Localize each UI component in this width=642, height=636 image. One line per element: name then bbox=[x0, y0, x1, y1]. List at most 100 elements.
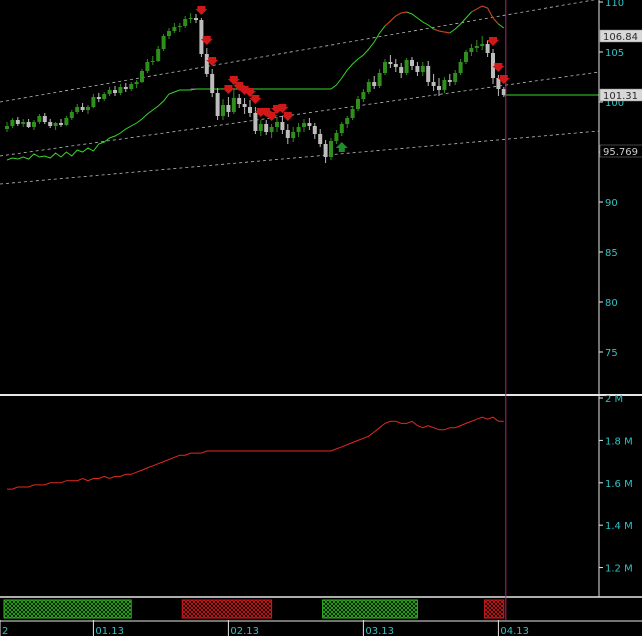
candle-body bbox=[32, 122, 36, 127]
candle-body bbox=[59, 123, 63, 125]
candle-body bbox=[183, 19, 188, 26]
candle-body bbox=[221, 105, 225, 116]
candle-body bbox=[383, 62, 387, 73]
candle-body bbox=[258, 124, 263, 131]
candle-body bbox=[107, 90, 112, 94]
candle-body bbox=[145, 62, 150, 71]
candle-body bbox=[312, 126, 317, 134]
x-tick-label: 03.13 bbox=[365, 626, 394, 636]
candle-body bbox=[464, 52, 468, 62]
candle-body bbox=[80, 107, 85, 110]
candle-body bbox=[426, 66, 431, 82]
price-tick-label: 105 bbox=[605, 48, 624, 59]
candle-body bbox=[15, 120, 20, 124]
candle-body bbox=[37, 116, 42, 122]
candle-body bbox=[242, 104, 247, 107]
candle-body bbox=[231, 98, 236, 112]
candle-body bbox=[377, 73, 382, 86]
candle-body bbox=[329, 141, 333, 157]
candle-body bbox=[69, 112, 74, 118]
candle-body bbox=[237, 98, 242, 104]
candle-body bbox=[96, 97, 101, 99]
price-channel bbox=[0, 0, 600, 185]
candle-body bbox=[350, 109, 355, 118]
candle-body bbox=[501, 89, 506, 95]
candle-body bbox=[26, 122, 31, 127]
candle-body bbox=[113, 90, 117, 93]
candle-body bbox=[167, 31, 171, 36]
sell-arrow-icon bbox=[249, 95, 262, 104]
candle-body bbox=[91, 97, 96, 107]
candle-body bbox=[123, 87, 128, 89]
candle-body bbox=[269, 127, 274, 132]
buy-arrow-icon bbox=[335, 142, 348, 152]
candle-body bbox=[410, 60, 414, 66]
status-band bbox=[3, 599, 132, 619]
candle-body bbox=[372, 82, 377, 86]
price-tick-label: 110 bbox=[605, 0, 624, 9]
ma-line-red bbox=[471, 5, 499, 25]
candle-body bbox=[188, 18, 193, 19]
candle-body bbox=[307, 123, 312, 126]
chart-window: 7580859095100105110106.84101.3195.7691.2… bbox=[0, 0, 642, 636]
candle-body bbox=[437, 86, 441, 90]
x-tick-label: 04.13 bbox=[500, 626, 529, 636]
candle-body bbox=[172, 27, 177, 31]
candle-body bbox=[345, 118, 350, 124]
indicator-series bbox=[7, 416, 504, 490]
indicator-tick-label: 1.4 M bbox=[605, 521, 633, 532]
status-band-strip bbox=[3, 599, 505, 619]
price-flag-label: 106.84 bbox=[603, 32, 638, 43]
candle-body bbox=[253, 113, 258, 131]
candle-body bbox=[86, 107, 90, 110]
price-tick-label: 90 bbox=[605, 198, 618, 209]
candle-body bbox=[53, 123, 58, 126]
indicator-tick-label: 1.6 M bbox=[605, 479, 633, 490]
candle-body bbox=[366, 82, 371, 92]
candle-body bbox=[302, 123, 306, 127]
candle-body bbox=[442, 80, 447, 90]
candles bbox=[5, 13, 506, 163]
y-axis: 7580859095100105110106.84101.3195.7691.2… bbox=[599, 0, 642, 575]
candle-body bbox=[21, 122, 26, 124]
candle-body bbox=[285, 130, 290, 138]
candle-body bbox=[399, 67, 404, 73]
candle-body bbox=[453, 73, 458, 82]
candle-body bbox=[248, 107, 252, 113]
candle-body bbox=[356, 99, 360, 109]
candle-body bbox=[393, 64, 398, 67]
channel-line bbox=[0, 130, 600, 185]
ma-line bbox=[6, 5, 505, 161]
candle-body bbox=[226, 105, 231, 112]
axis-frame bbox=[0, 0, 642, 598]
candle-body bbox=[102, 94, 107, 99]
candle-body bbox=[118, 87, 123, 93]
sell-arrow-icon bbox=[195, 6, 208, 15]
candle-body bbox=[275, 122, 279, 127]
candle-body bbox=[296, 127, 301, 132]
candle-body bbox=[480, 44, 485, 46]
candle-body bbox=[150, 61, 155, 62]
candle-body bbox=[177, 26, 182, 27]
channel-line bbox=[0, 71, 600, 157]
price-tick-label: 85 bbox=[605, 248, 618, 259]
candle-body bbox=[447, 80, 452, 82]
chart-canvas: 7580859095100105110106.84101.3195.7691.2… bbox=[0, 0, 642, 636]
candle-body bbox=[420, 66, 425, 72]
candle-body bbox=[210, 74, 215, 93]
candle-body bbox=[404, 60, 409, 73]
candle-body bbox=[280, 122, 285, 130]
sell-arrow-icon bbox=[281, 112, 294, 121]
candle-body bbox=[5, 126, 9, 129]
price-flag-label: 95.769 bbox=[603, 147, 638, 158]
indicator-tick-label: 2 M bbox=[605, 394, 623, 405]
candle-body bbox=[361, 92, 366, 99]
candle-body bbox=[388, 62, 393, 64]
sell-arrow-icon bbox=[222, 85, 235, 94]
candle-body bbox=[140, 71, 144, 82]
x-tick-label: 2 bbox=[2, 626, 8, 636]
candle-body bbox=[334, 133, 339, 141]
candle-body bbox=[161, 36, 166, 49]
candle-body bbox=[264, 124, 269, 132]
status-band bbox=[181, 599, 273, 619]
